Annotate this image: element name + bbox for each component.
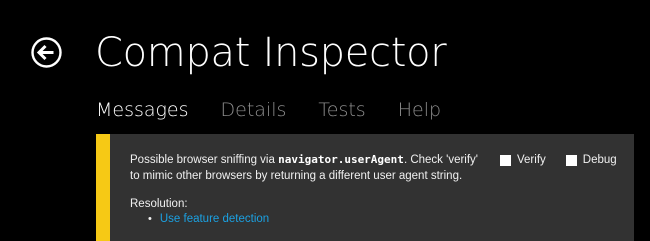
message-card: Possible browser sniffing via navigator.… [96, 134, 634, 241]
arrow-left-circle-icon [31, 37, 62, 68]
tab-messages[interactable]: Messages [96, 97, 189, 123]
verify-checkbox[interactable] [500, 154, 511, 166]
debug-checkbox[interactable] [565, 154, 577, 166]
message-options: Verify Debug [500, 152, 617, 168]
tab-details[interactable]: Details [221, 97, 287, 123]
resolution-list: • Use feature detection [148, 211, 269, 227]
resolution-label: Resolution: [130, 198, 188, 210]
compat-inspector-app: Compat Inspector Messages Details Tests … [0, 0, 650, 241]
debug-option[interactable]: Debug [565, 152, 617, 168]
debug-label: Debug [582, 154, 617, 166]
verify-label: Verify [517, 154, 546, 166]
resolution-link-feature-detection[interactable]: Use feature detection [160, 211, 269, 227]
tab-bar: Messages Details Tests Help [96, 97, 441, 123]
message-text: Possible browser sniffing via navigator.… [130, 152, 490, 184]
warning-accent-bar [96, 134, 110, 241]
bullet-icon: • [148, 213, 152, 225]
tab-tests[interactable]: Tests [318, 97, 365, 123]
message-text-before: Possible browser sniffing via [130, 154, 279, 166]
page-title: Compat Inspector [95, 30, 447, 76]
back-button[interactable] [31, 37, 62, 68]
verify-option[interactable]: Verify [500, 152, 546, 168]
tab-help[interactable]: Help [398, 97, 441, 123]
message-code: navigator.userAgent [278, 153, 404, 166]
